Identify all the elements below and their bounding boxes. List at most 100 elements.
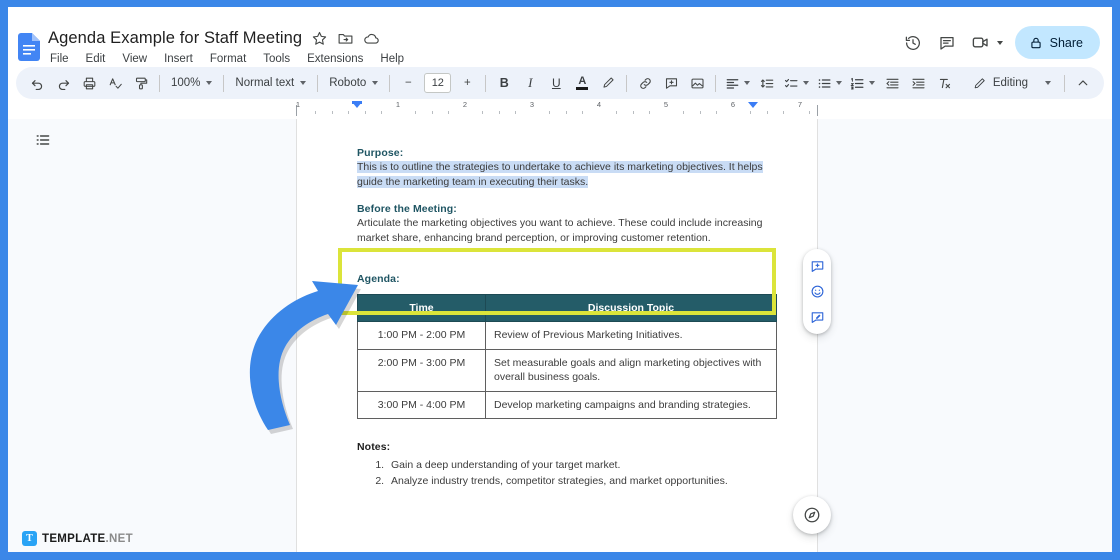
menu-item-tools[interactable]: Tools (261, 52, 292, 66)
document-page[interactable]: Purpose: This is to outline the strategi… (296, 119, 831, 552)
list-item: Gain a deep understanding of your target… (387, 457, 777, 473)
underline-button[interactable]: U (544, 71, 568, 95)
star-icon[interactable] (311, 30, 328, 47)
table-row[interactable]: 2:00 PM - 3:00 PM Set measurable goals a… (357, 348, 777, 392)
paint-format-icon[interactable] (129, 71, 153, 95)
paragraph-style-select[interactable]: Normal text (229, 71, 312, 95)
font-family-select[interactable]: Roboto (323, 71, 384, 95)
comment-history-icon[interactable] (932, 28, 962, 58)
toolbar-divider (485, 74, 487, 92)
ruler-tick (415, 111, 416, 114)
ruler-number: 2 (462, 100, 468, 109)
page-content: Purpose: This is to outline the strategi… (357, 147, 777, 489)
increase-indent-icon[interactable] (906, 71, 930, 95)
chevron-down-icon (744, 81, 751, 85)
toolbar-divider (626, 74, 628, 92)
table-row[interactable]: 3:00 PM - 4:00 PM Develop marketing camp… (357, 390, 777, 420)
right-indent-marker[interactable] (748, 102, 758, 108)
ruler-tick (716, 111, 717, 114)
ruler-tick (432, 111, 433, 114)
toolbar-divider (223, 74, 225, 92)
menu-item-edit[interactable]: Edit (84, 52, 108, 66)
link-icon[interactable] (633, 71, 657, 95)
increase-font-size-button[interactable]: + (455, 71, 479, 95)
section-body: Articulate the marketing objectives you … (357, 217, 763, 244)
italic-button[interactable]: I (518, 71, 542, 95)
menu-item-extensions[interactable]: Extensions (305, 52, 365, 66)
cell-time: 1:00 PM - 2:00 PM (357, 321, 486, 350)
chevron-up-icon[interactable] (1071, 71, 1095, 95)
docs-file-icon[interactable] (18, 33, 40, 61)
highlight-pen-icon[interactable] (596, 71, 620, 95)
agenda-heading: Agenda: (357, 273, 400, 286)
share-button[interactable]: Share (1014, 26, 1100, 59)
decrease-font-size-button[interactable]: − (396, 71, 420, 95)
watermark-bold: TEMPLATE (42, 532, 106, 545)
doc-section-notes[interactable]: Notes: Gain a deep understanding of your… (357, 441, 777, 489)
version-history-icon[interactable] (898, 28, 928, 58)
add-comment-icon[interactable] (659, 71, 683, 95)
bulleted-list-dropdown[interactable] (813, 71, 846, 95)
horizontal-ruler[interactable]: 1 1 2 3 4 5 6 7 (8, 100, 1112, 116)
spellcheck-icon[interactable] (103, 71, 127, 95)
checklist-dropdown[interactable] (780, 71, 813, 95)
move-folder-icon[interactable] (337, 30, 354, 47)
agenda-table[interactable]: Time Discussion Topic 1:00 PM - 2:00 PM … (357, 294, 777, 420)
column-header-time: Time (357, 294, 486, 323)
table-header-row: Time Discussion Topic (357, 294, 777, 323)
table-row[interactable]: 1:00 PM - 2:00 PM Review of Previous Mar… (357, 321, 777, 350)
notes-list: Gain a deep understanding of your target… (357, 457, 777, 489)
print-icon[interactable] (77, 71, 101, 95)
ruler-track[interactable]: 1 1 2 3 4 5 6 7 (295, 100, 818, 116)
chevron-down-icon (836, 81, 843, 85)
chevron-down-icon[interactable] (996, 40, 1003, 45)
bold-button[interactable]: B (492, 71, 516, 95)
cell-time: 3:00 PM - 4:00 PM (357, 390, 486, 420)
doc-section-agenda[interactable]: Agenda: Time Discussion Topic 1:00 PM - … (357, 273, 777, 420)
editing-mode-selector[interactable]: Editing (965, 71, 1059, 95)
ruler-edge (817, 105, 818, 116)
cell-topic: Set measurable goals and align marketing… (485, 348, 777, 392)
cloud-saved-icon[interactable] (363, 30, 380, 47)
watermark-dim: .NET (105, 532, 133, 545)
explore-icon[interactable] (793, 496, 831, 534)
undo-icon[interactable] (25, 71, 49, 95)
ruler-tick (381, 111, 382, 114)
menu-item-help[interactable]: Help (378, 52, 406, 66)
formatting-toolbar: 100% Normal text Roboto − 12 + B I U A E… (16, 67, 1104, 99)
zoom-level-select[interactable]: 100% (165, 71, 218, 95)
menu-item-insert[interactable]: Insert (162, 52, 195, 66)
ruler-tick (767, 111, 768, 114)
suggest-edit-icon[interactable] (806, 306, 828, 328)
menu-item-format[interactable]: Format (208, 52, 248, 66)
align-dropdown[interactable] (721, 71, 754, 95)
font-size-input[interactable]: 12 (424, 73, 452, 93)
ruler-number: 1 (295, 100, 301, 109)
page-title[interactable]: Agenda Example for Staff Meeting (48, 29, 302, 48)
redo-icon[interactable] (51, 71, 75, 95)
menu-item-view[interactable]: View (120, 52, 149, 66)
first-line-indent-marker[interactable] (352, 102, 362, 108)
clear-formatting-icon[interactable] (932, 71, 956, 95)
ruler-tick (348, 111, 349, 114)
add-emoji-reaction-icon[interactable] (806, 281, 828, 303)
ruler-tick (365, 111, 366, 114)
chevron-down-icon (869, 81, 876, 85)
meet-call-button[interactable] (966, 28, 1003, 58)
text-color-button[interactable]: A (570, 71, 594, 95)
chevron-down-icon (1045, 81, 1051, 85)
doc-section-purpose[interactable]: Purpose: This is to outline the strategi… (357, 147, 777, 189)
cell-time: 2:00 PM - 3:00 PM (357, 348, 486, 392)
share-button-label: Share (1049, 35, 1083, 50)
meet-camera-icon[interactable] (966, 28, 996, 58)
decrease-indent-icon[interactable] (880, 71, 904, 95)
numbered-list-dropdown[interactable] (846, 71, 879, 95)
chevron-down-icon (300, 81, 307, 85)
add-comment-icon[interactable] (806, 255, 828, 277)
insert-image-icon[interactable] (685, 71, 709, 95)
menu-item-file[interactable]: File (48, 52, 71, 66)
document-outline-icon[interactable] (32, 129, 54, 151)
doc-section-before-meeting[interactable]: Before the Meeting: Articulate the marke… (357, 203, 777, 245)
column-header-topic: Discussion Topic (485, 294, 777, 323)
line-spacing-icon[interactable] (755, 71, 779, 95)
